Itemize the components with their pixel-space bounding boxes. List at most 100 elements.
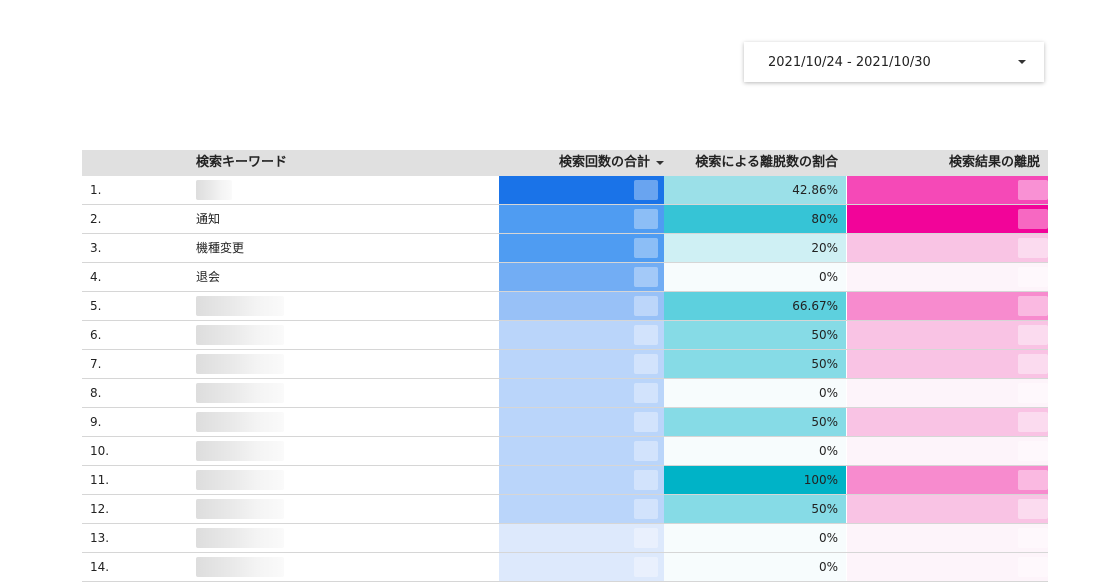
table-row[interactable]: 13. 0% (82, 524, 1048, 553)
column-header-keyword[interactable]: 検索キーワード (196, 150, 287, 176)
keyword-text: 機種変更 (196, 241, 245, 255)
table-row[interactable]: 4. 退会 0% (82, 263, 1048, 292)
count-cell (499, 408, 664, 436)
table-row[interactable]: 9. 50% (82, 408, 1048, 437)
keyword-cell (196, 466, 496, 494)
redacted-exits (1018, 209, 1048, 229)
table-header: 検索キーワード 検索回数の合計 検索による離脱数の割合 検索結果の離脱 (82, 150, 1048, 176)
row-index: 11. (90, 473, 110, 487)
table-row[interactable]: 3. 機種変更 20% (82, 234, 1048, 263)
exits-cell (847, 205, 1048, 233)
count-cell (499, 176, 664, 204)
exits-cell (847, 524, 1048, 552)
exits-cell (847, 495, 1048, 523)
row-index: 12. (90, 502, 110, 516)
row-index: 5. (90, 299, 102, 313)
redacted-exits (1018, 499, 1048, 519)
count-cell (499, 321, 664, 349)
date-range-label: 2021/10/24 - 2021/10/30 (768, 54, 931, 70)
exits-cell (847, 263, 1048, 291)
keyword-cell (196, 379, 496, 407)
count-cell (499, 524, 664, 552)
exit-rate-cell: 50% (664, 408, 846, 436)
exit-rate-cell: 80% (664, 205, 846, 233)
keyword-cell (196, 524, 496, 552)
redacted-count (634, 267, 658, 287)
row-index: 4. (90, 270, 102, 284)
exit-rate-cell: 50% (664, 350, 846, 378)
redacted-count (634, 209, 658, 229)
exits-cell (847, 553, 1048, 581)
exits-cell (847, 379, 1048, 407)
redacted-count (634, 528, 658, 548)
redacted-count (634, 412, 658, 432)
redacted-exits (1018, 412, 1048, 432)
exit-rate-cell: 0% (664, 379, 846, 407)
exit-rate-cell: 50% (664, 495, 846, 523)
redacted-exits (1018, 557, 1048, 577)
count-cell (499, 495, 664, 523)
count-cell (499, 234, 664, 262)
table-row[interactable]: 10. 0% (82, 437, 1048, 466)
row-index: 14. (90, 560, 110, 574)
redacted-keyword (196, 296, 284, 316)
table-body: 1. 42.86% 2. 通知 80% 3. 機種変更 20% 4. 退会 0% 5. 66.67% 6.… (82, 176, 1048, 582)
exits-cell (847, 292, 1048, 320)
redacted-keyword (196, 354, 284, 374)
table-row[interactable]: 5. 66.67% (82, 292, 1048, 321)
exit-rate-cell: 0% (664, 437, 846, 465)
redacted-exits (1018, 180, 1048, 200)
table-row[interactable]: 7. 50% (82, 350, 1048, 379)
exits-cell (847, 321, 1048, 349)
column-header-exit-rate[interactable]: 検索による離脱数の割合 (695, 150, 838, 176)
keyword-cell: 通知 (196, 205, 496, 233)
redacted-exits (1018, 238, 1048, 258)
row-index: 2. (90, 212, 102, 226)
exits-cell (847, 234, 1048, 262)
row-index: 10. (90, 444, 110, 458)
exit-rate-cell: 0% (664, 524, 846, 552)
redacted-count (634, 557, 658, 577)
redacted-keyword (196, 412, 284, 432)
redacted-exits (1018, 267, 1048, 287)
count-cell (499, 379, 664, 407)
redacted-exits (1018, 470, 1048, 490)
exit-rate-cell: 66.67% (664, 292, 846, 320)
redacted-count (634, 383, 658, 403)
exits-cell (847, 408, 1048, 436)
exits-cell (847, 466, 1048, 494)
keyword-cell (196, 553, 496, 581)
redacted-exits (1018, 354, 1048, 374)
redacted-exits (1018, 441, 1048, 461)
row-index: 7. (90, 357, 102, 371)
exit-rate-cell: 0% (664, 263, 846, 291)
column-header-exits[interactable]: 検索結果の離脱 (949, 150, 1040, 176)
exit-rate-cell: 42.86% (664, 176, 846, 204)
exits-cell (847, 437, 1048, 465)
redacted-count (634, 470, 658, 490)
redacted-keyword (196, 180, 232, 200)
keyword-cell (196, 321, 496, 349)
redacted-keyword (196, 470, 284, 490)
date-range-picker[interactable]: 2021/10/24 - 2021/10/30 (744, 42, 1044, 82)
redacted-keyword (196, 528, 284, 548)
exit-rate-cell: 100% (664, 466, 846, 494)
keyword-cell (196, 176, 496, 204)
keyword-cell (196, 292, 496, 320)
exit-rate-cell: 0% (664, 553, 846, 581)
column-header-count[interactable]: 検索回数の合計 (559, 150, 664, 176)
table-row[interactable]: 6. 50% (82, 321, 1048, 350)
table-row[interactable]: 14. 0% (82, 553, 1048, 582)
table-row[interactable]: 8. 0% (82, 379, 1048, 408)
table-row[interactable]: 2. 通知 80% (82, 205, 1048, 234)
search-keyword-table: 検索キーワード 検索回数の合計 検索による離脱数の割合 検索結果の離脱 1. 42… (82, 150, 1048, 582)
keyword-text: 退会 (196, 270, 221, 284)
chevron-down-icon[interactable] (1018, 60, 1026, 64)
redacted-count (634, 180, 658, 200)
row-index: 6. (90, 328, 102, 342)
table-row[interactable]: 12. 50% (82, 495, 1048, 524)
exit-rate-cell: 20% (664, 234, 846, 262)
table-row[interactable]: 11. 100% (82, 466, 1048, 495)
redacted-count (634, 238, 658, 258)
table-row[interactable]: 1. 42.86% (82, 176, 1048, 205)
